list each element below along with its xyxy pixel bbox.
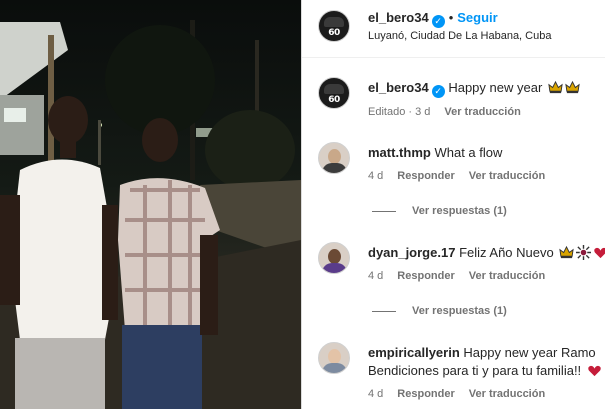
comment-meta: 4 d Responder Ver traducción xyxy=(368,270,559,282)
caption-author-avatar[interactable]: 60 xyxy=(318,77,350,109)
follow-button[interactable]: Seguir xyxy=(457,10,497,25)
caption-meta: Editado · 3 d Ver traducción xyxy=(368,106,535,118)
comment-row: matt.thmp What a flow xyxy=(368,145,502,160)
view-replies-button[interactable]: Ver respuestas (1) xyxy=(372,205,507,217)
reply-button[interactable]: Responder xyxy=(397,170,454,182)
comment-username[interactable]: matt.thmp xyxy=(368,145,431,160)
heart-emoji-icon xyxy=(588,365,601,377)
caption-row: el_bero34 ✓ Happy new year xyxy=(368,80,580,98)
author-avatar[interactable]: 60 xyxy=(318,10,350,42)
view-replies-label: Ver respuestas (1) xyxy=(412,305,507,317)
photo-scene xyxy=(0,20,301,409)
comment-meta: 4 d Responder Ver traducción xyxy=(368,170,559,182)
post-photo[interactable] xyxy=(0,0,301,409)
caption-text: Happy new year xyxy=(448,80,543,95)
comment-avatar[interactable] xyxy=(318,342,350,374)
post-header: 60 el_bero34 ✓ • Seguir Luyanó, Ciudad De L… xyxy=(302,0,605,58)
comment-row-continued: Bendiciones para ti y para tu familia!! xyxy=(368,363,602,378)
view-replies-button[interactable]: Ver respuestas (1) xyxy=(372,305,507,317)
translate-link[interactable]: Ver traducción xyxy=(469,270,545,282)
comment-row: dyan_jorge.17 Feliz Año Nuevo xyxy=(368,245,605,260)
reply-button[interactable]: Responder xyxy=(397,388,454,400)
comment-username[interactable]: empiricallyerin xyxy=(368,345,460,360)
heart-emoji-icon xyxy=(594,247,605,259)
separator-dot: • xyxy=(448,10,454,25)
comment-text: What a flow xyxy=(434,145,503,160)
comments-panel: 60 el_bero34 ✓ • Seguir Luyanó, Ciudad De L… xyxy=(302,0,605,409)
crown-emoji-icon xyxy=(565,80,580,94)
comment-row: empiricallyerin Happy new year Ramo xyxy=(368,345,596,360)
translate-link[interactable]: Ver traducción xyxy=(469,170,545,182)
crown-emoji-icon xyxy=(548,80,563,94)
comment-avatar[interactable] xyxy=(318,142,350,174)
comment-username[interactable]: dyan_jorge.17 xyxy=(368,245,455,260)
view-replies-label: Ver respuestas (1) xyxy=(412,205,507,217)
caption-username[interactable]: el_bero34 xyxy=(368,80,429,95)
caption-edited: Editado · 3 d xyxy=(368,106,431,118)
post-location[interactable]: Luyanó, Ciudad De La Habana, Cuba xyxy=(368,30,551,42)
translate-link[interactable]: Ver traducción xyxy=(469,388,545,400)
comment-text: Feliz Año Nuevo xyxy=(459,245,554,260)
comment-text-line2: Bendiciones para ti y para tu familia!! xyxy=(368,363,582,378)
comment-time: 4 d xyxy=(368,270,384,282)
comment-avatar[interactable] xyxy=(318,242,350,274)
verified-badge-icon: ✓ xyxy=(431,85,445,98)
comment-meta: 4 d Responder Ver traducción xyxy=(368,388,559,400)
fireworks-emoji-icon xyxy=(576,245,592,260)
crown-emoji-icon xyxy=(559,245,575,259)
reply-button[interactable]: Responder xyxy=(397,270,454,282)
replies-divider xyxy=(372,310,396,312)
comment-text: Happy new year Ramo xyxy=(463,345,596,360)
comment-time: 4 d xyxy=(368,170,384,182)
comment-time: 4 d xyxy=(368,388,384,400)
verified-badge-icon: ✓ xyxy=(431,15,445,28)
author-username[interactable]: el_bero34 xyxy=(368,10,429,25)
replies-divider xyxy=(372,210,396,212)
caption-translate-link[interactable]: Ver traducción xyxy=(444,106,520,118)
